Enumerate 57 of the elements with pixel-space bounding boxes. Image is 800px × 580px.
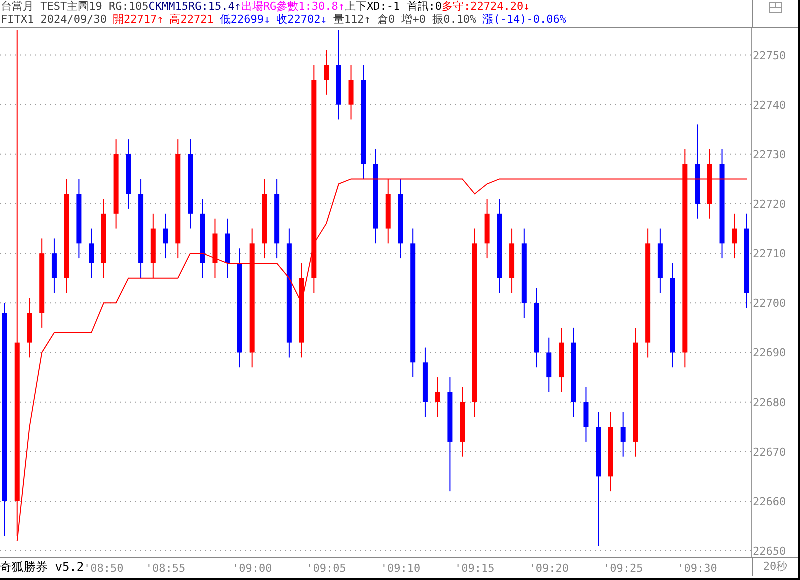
axis-label: 22700 — [753, 297, 786, 310]
candlestick — [732, 213, 738, 260]
candlestick — [510, 228, 515, 294]
candlestick — [89, 228, 94, 279]
candlestick — [460, 386, 466, 458]
candlestick — [707, 148, 712, 220]
candlestick — [324, 50, 330, 96]
axis-label: '09:00 — [232, 562, 272, 575]
quote-text: 上下XD:-1 首訊:0 — [345, 0, 442, 13]
candlestick — [620, 412, 626, 458]
quote-text: 量112↑ 倉0 增+0 振0.10% — [333, 13, 477, 26]
quote-text: 開22717↑ — [112, 13, 164, 26]
axis-label: '09:30 — [678, 562, 718, 575]
candlestick — [163, 213, 168, 260]
candlestick — [150, 213, 156, 279]
candlestick — [435, 377, 440, 418]
axis-label: 22650 — [753, 545, 786, 558]
axis-label: '08:55 — [146, 562, 186, 575]
candlestick — [126, 139, 132, 210]
quote-text: 高22721 — [170, 13, 214, 26]
axis-label: '08:50 — [84, 562, 124, 575]
axis-label: 22740 — [753, 98, 786, 112]
layout-icon[interactable] — [769, 2, 782, 13]
candlestick — [52, 238, 57, 294]
quote-text: 漲(-14)-0.06% — [482, 13, 567, 26]
quote-text: 出場RG參數1:30.8↑ — [241, 0, 346, 13]
quote-text: 多守:22724.20↓ — [442, 0, 530, 13]
candlestick — [348, 64, 354, 120]
axis-label: 22750 — [753, 49, 786, 62]
axis-label: '09:15 — [455, 562, 495, 575]
axis-label: 22660 — [753, 495, 786, 508]
quote-text: 收22702↓ — [276, 13, 328, 26]
quote-text: 台當月 TEST主圖19 RG:105 — [1, 0, 149, 13]
quote-text: FITX1 2024/09/30 — [1, 13, 107, 26]
axis-label: 22720 — [753, 198, 786, 211]
axis-label: '09:10 — [380, 562, 421, 575]
candlestick — [484, 198, 490, 260]
candlestick — [546, 337, 552, 393]
candlestick — [27, 298, 32, 358]
axis-label: 22710 — [753, 248, 786, 261]
candlestick — [422, 347, 428, 418]
candlestick — [658, 228, 663, 294]
candlestick — [584, 386, 589, 442]
quote-text: CKMM15RG:15.4↑ — [148, 0, 242, 13]
axis-label: 22670 — [753, 446, 786, 459]
quote-text: 低22699↓ — [220, 13, 271, 26]
axis-label: '09:25 — [603, 562, 644, 575]
axis-label: '09:05 — [306, 562, 346, 575]
candlestick — [559, 327, 564, 393]
axis-label: '09:20 — [529, 562, 569, 575]
candlestick — [386, 178, 391, 244]
candlestick — [212, 218, 218, 279]
interval-label[interactable]: 20秒 — [752, 557, 798, 576]
axis-label: 22730 — [753, 148, 786, 162]
candlestick — [225, 218, 230, 279]
axis-label: 22690 — [753, 346, 786, 360]
axis-label: 22680 — [753, 396, 786, 410]
